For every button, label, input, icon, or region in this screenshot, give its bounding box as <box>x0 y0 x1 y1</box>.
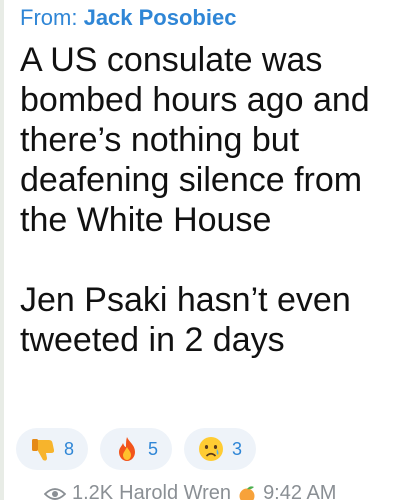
reaction-thumbs-down[interactable]: 8 <box>16 428 89 470</box>
message-text: A US consulate was bombed hours ago and … <box>20 40 392 360</box>
reaction-count: 5 <box>148 438 159 459</box>
view-count: 1.2K <box>72 482 114 500</box>
peach-icon <box>239 485 255 500</box>
message-meta: 1.2K Harold Wren 9:42 AM <box>44 482 336 500</box>
fire-icon <box>119 437 136 461</box>
forwarded-from-prefix: From: <box>20 5 78 30</box>
message-paragraph: Jen Psaki hasn’t even tweeted in 2 days <box>20 281 351 359</box>
reaction-fire[interactable]: 5 <box>100 428 173 470</box>
message-paragraph: A US consulate was bombed hours ago and … <box>20 41 370 239</box>
crying-face-icon <box>199 437 224 461</box>
message-bubble-edge <box>0 0 4 500</box>
message-time: 9:42 AM <box>263 482 337 500</box>
reaction-count: 3 <box>232 438 243 459</box>
forwarded-from-header[interactable]: From: Jack Posobiec <box>20 4 236 32</box>
reaction-crying-face[interactable]: 3 <box>184 428 257 470</box>
reaction-count: 8 <box>64 438 75 459</box>
author-signature: Harold Wren <box>119 482 232 500</box>
eye-icon <box>44 487 66 500</box>
reactions-bar: 8 5 3 <box>16 428 257 470</box>
forwarded-from-author[interactable]: Jack Posobiec <box>84 5 237 30</box>
thumbs-down-icon <box>32 439 55 461</box>
